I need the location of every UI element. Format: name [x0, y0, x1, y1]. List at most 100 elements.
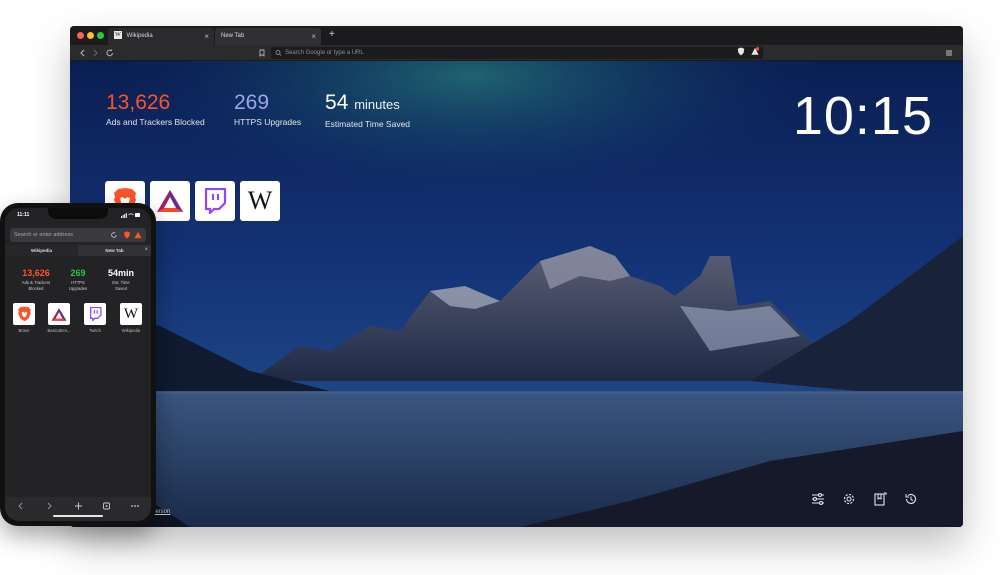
status-time: 11:11	[17, 212, 30, 218]
mobile-top-site-label: Basicatten...	[47, 328, 71, 333]
hamburger-menu-icon	[946, 50, 952, 56]
brave-shields-icon[interactable]	[123, 231, 131, 239]
mobile-forward-button[interactable]	[46, 501, 53, 514]
mobile-add-button[interactable]	[74, 501, 83, 514]
wikipedia-w-icon: W	[123, 305, 139, 322]
mobile-https-label-2: Upgrades	[68, 286, 88, 291]
clock: 10:15	[792, 86, 933, 146]
zoom-window-button[interactable]	[97, 32, 104, 39]
brave-lion-icon	[17, 306, 31, 322]
mobile-top-site-label: Wikipedia	[121, 328, 141, 333]
status-indicators	[121, 212, 141, 220]
mobile-top-site-label: Twitch	[89, 328, 101, 333]
mobile-tab-bar: Wikipedia New Tab ×	[5, 245, 151, 256]
forward-icon	[47, 502, 52, 510]
back-icon	[80, 49, 85, 57]
top-site-bat[interactable]	[150, 181, 190, 221]
tab-label: New Tab	[105, 248, 124, 253]
mobile-top-site-twitch[interactable]	[84, 303, 106, 325]
mobile-top-site-wikipedia[interactable]: W	[120, 303, 142, 325]
mobile-https-stat: 269 HTTPS Upgrades	[56, 268, 100, 291]
time-saved-unit: minutes	[354, 97, 400, 112]
brave-rewards-icon[interactable]	[134, 231, 142, 239]
bat-triangle-icon	[157, 190, 183, 212]
top-site-wikipedia[interactable]: W	[240, 181, 280, 221]
mobile-https-count: 269	[70, 268, 86, 278]
mobile-ads-blocked-stat: 13,626 Ads & Trackers Blocked	[14, 268, 58, 291]
back-icon	[18, 502, 23, 510]
mobile-time-label-1: Est. Time	[112, 280, 130, 285]
add-icon	[75, 502, 82, 510]
home-indicator	[53, 515, 103, 517]
mobile-url-placeholder: Search or enter address	[14, 232, 74, 238]
toolbar: Search Google or type a URL	[70, 45, 963, 61]
mobile-tab-new-tab[interactable]: New Tab ×	[78, 245, 151, 256]
mobile-more-button[interactable]	[130, 501, 140, 514]
mobile-time-value: 54min	[107, 268, 134, 278]
ads-blocked-label: Ads and Trackers Blocked	[106, 117, 205, 127]
history-icon[interactable]	[903, 491, 919, 507]
stage: W Wikipedia × New Tab × + Search Google …	[0, 0, 1000, 575]
time-saved-label: Estimated Time Saved	[325, 119, 411, 129]
tab-label: New Tab	[221, 33, 245, 39]
twitch-icon	[89, 307, 102, 321]
time-saved-value: 54	[325, 91, 349, 114]
mobile-ads-label-1: Ads & Trackers	[21, 280, 51, 285]
ads-blocked-stat: 13,626 Ads and Trackers Blocked	[106, 90, 205, 128]
minimize-window-button[interactable]	[87, 32, 94, 39]
tab-label: Wikipedia	[126, 33, 153, 39]
bat-triangle-icon	[51, 307, 67, 321]
desktop-browser-window: W Wikipedia × New Tab × + Search Google …	[70, 26, 963, 527]
new-tab-button[interactable]: +	[329, 29, 335, 41]
mobile-top-site-bat[interactable]	[48, 303, 70, 325]
bookmark-icon	[259, 49, 265, 57]
time-saved-stat: 54 minutes Estimated Time Saved	[325, 90, 410, 130]
signal-wifi-battery-icon	[121, 213, 140, 218]
more-icon	[131, 505, 139, 507]
search-icon	[275, 50, 282, 56]
tab-bar: W Wikipedia × New Tab × +	[70, 26, 963, 45]
mobile-ads-label-2: Blocked	[28, 286, 44, 291]
tab-wikipedia[interactable]: W Wikipedia ×	[108, 28, 214, 45]
mobile-screen: 11:11 Search or enter address Wikipedia …	[5, 208, 151, 521]
twitch-icon	[204, 188, 227, 214]
close-tab-icon[interactable]: ×	[311, 28, 316, 45]
url-bar[interactable]: Search Google or type a URL	[271, 47, 763, 59]
mobile-tab-wikipedia[interactable]: Wikipedia	[5, 245, 78, 256]
mobile-back-button[interactable]	[17, 501, 24, 514]
close-tab-icon[interactable]: ×	[204, 28, 209, 45]
tab-new-tab[interactable]: New Tab ×	[215, 28, 321, 45]
ads-blocked-count: 13,626	[106, 91, 171, 114]
reload-icon[interactable]	[110, 231, 118, 239]
wikipedia-favicon-icon: W	[114, 31, 122, 40]
forward-icon	[93, 49, 98, 57]
brave-shields-icon[interactable]	[737, 47, 745, 56]
https-upgrades-label: HTTPS Upgrades	[234, 117, 302, 127]
https-upgrades-stat: 269 HTTPS Upgrades	[234, 90, 301, 128]
brave-rewards-icon[interactable]	[751, 47, 759, 56]
bookmarks-icon[interactable]	[872, 491, 888, 507]
close-window-button[interactable]	[77, 32, 84, 39]
top-site-twitch[interactable]	[195, 181, 235, 221]
mobile-tabs-button[interactable]	[102, 501, 111, 514]
mobile-bottom-toolbar	[5, 497, 151, 521]
mobile-top-site-brave[interactable]	[13, 303, 35, 325]
phone-notch	[48, 208, 108, 219]
sliders-icon[interactable]	[810, 491, 826, 507]
mobile-top-site-label: Brave	[18, 328, 30, 333]
tabs-icon	[103, 502, 110, 510]
url-placeholder: Search Google or type a URL	[285, 50, 364, 56]
mobile-url-bar[interactable]: Search or enter address	[10, 228, 146, 242]
mobile-https-label-1: HTTPS	[71, 280, 85, 285]
mobile-time-saved-stat: 54min Est. Time Saved	[99, 268, 143, 291]
https-upgrades-count: 269	[234, 91, 270, 114]
mobile-ads-count: 13,626	[22, 268, 50, 278]
reload-icon	[106, 49, 113, 57]
close-tab-icon[interactable]: ×	[144, 245, 148, 256]
mobile-device: 11:11 Search or enter address Wikipedia …	[0, 203, 156, 526]
mobile-time-label-2: Saved	[115, 286, 127, 291]
tab-label: Wikipedia	[31, 248, 52, 253]
wikipedia-w-icon: W	[247, 186, 273, 215]
settings-icon[interactable]	[841, 491, 857, 507]
new-tab-page: 13,626 Ads and Trackers Blocked 269 HTTP…	[70, 61, 963, 527]
